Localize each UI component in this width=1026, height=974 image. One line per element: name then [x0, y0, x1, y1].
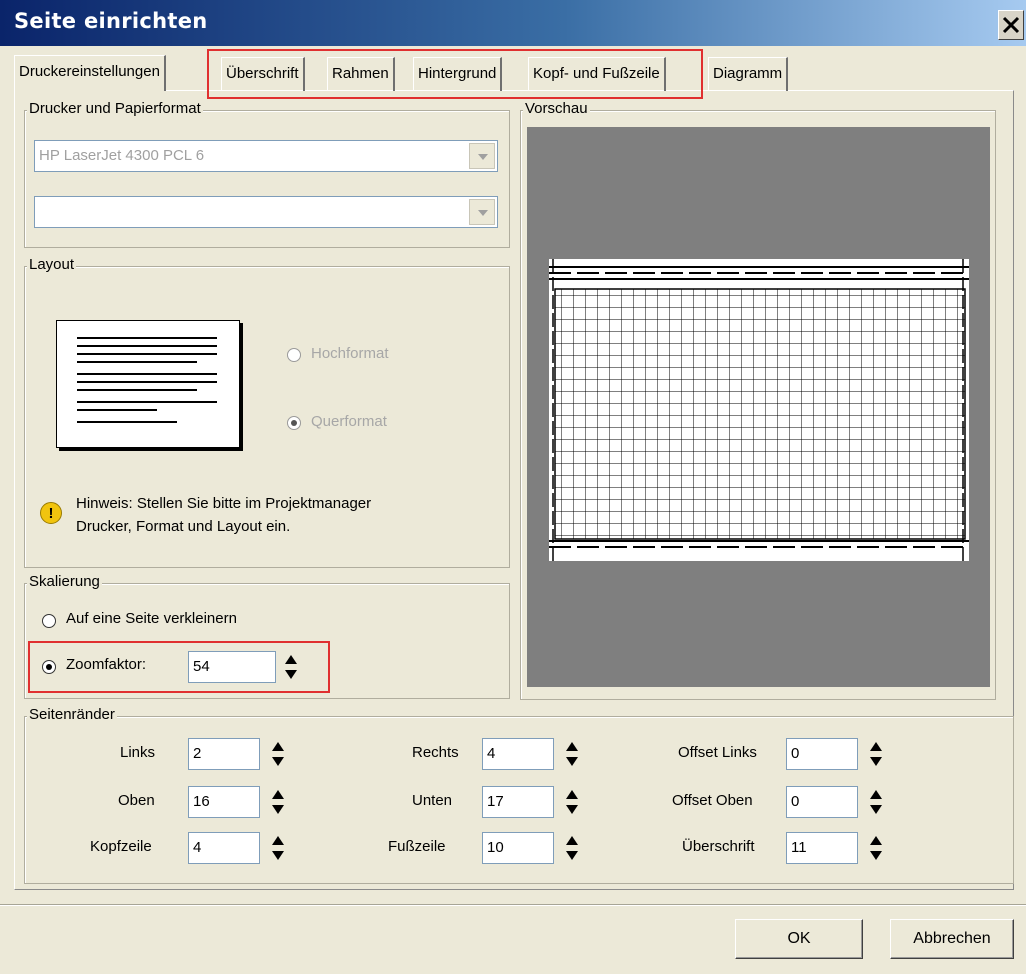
- title-margin-label: Überschrift: [682, 838, 755, 855]
- button-separator: [0, 904, 1026, 906]
- chevron-down-icon: [478, 154, 488, 160]
- close-icon: [1002, 16, 1020, 34]
- hint-text-line2: Drucker, Format und Layout ein.: [76, 518, 291, 535]
- preview-page: [549, 259, 969, 561]
- printer-dropdown-button[interactable]: [469, 143, 495, 169]
- offset-top-label: Offset Oben: [672, 792, 753, 809]
- margin-bottom-label: Unten: [412, 792, 453, 809]
- landscape-label: Querformat: [311, 413, 387, 430]
- header-margin-value: 4: [193, 839, 202, 856]
- portrait-label: Hochformat: [311, 345, 389, 362]
- margin-left-stepper[interactable]: [271, 738, 285, 770]
- margins-group-title: Seitenränder: [27, 706, 117, 723]
- offset-left-stepper[interactable]: [869, 738, 883, 770]
- chevron-down-icon: [478, 210, 488, 216]
- zoom-label: Zoomfaktor:: [66, 656, 147, 673]
- printer-group-title: Drucker und Papierformat: [27, 100, 203, 117]
- scaling-group-title: Skalierung: [27, 573, 102, 590]
- header-margin-input[interactable]: 4: [188, 832, 260, 864]
- offset-top-input[interactable]: 0: [786, 786, 858, 818]
- title-margin-value: 11: [791, 839, 807, 856]
- close-button[interactable]: [998, 10, 1024, 40]
- margin-bottom-stepper[interactable]: [565, 786, 579, 818]
- landscape-radio[interactable]: [287, 416, 301, 430]
- spin-arrows-icon: [285, 655, 297, 679]
- spin-arrows-icon: [272, 790, 284, 814]
- margin-top-input[interactable]: 16: [188, 786, 260, 818]
- spin-arrows-icon: [870, 790, 882, 814]
- spin-arrows-icon: [272, 836, 284, 860]
- paper-format-dropdown-button[interactable]: [469, 199, 495, 225]
- spin-arrows-icon: [870, 742, 882, 766]
- ok-button[interactable]: OK: [735, 919, 863, 959]
- spin-arrows-icon: [566, 742, 578, 766]
- tab-druckereinstellungen[interactable]: Druckereinstellungen: [14, 55, 166, 91]
- zoom-radio[interactable]: [42, 660, 56, 674]
- footer-margin-stepper[interactable]: [565, 832, 579, 864]
- cancel-button-label: Abbrechen: [913, 930, 991, 947]
- window-title: Seite einrichten: [14, 9, 208, 33]
- offset-top-value: 0: [791, 793, 800, 810]
- tab-label: Druckereinstellungen: [19, 63, 160, 80]
- offset-left-label: Offset Links: [678, 744, 757, 761]
- spin-arrows-icon: [272, 742, 284, 766]
- margin-right-label: Rechts: [412, 744, 459, 761]
- margin-left-input[interactable]: 2: [188, 738, 260, 770]
- margin-right-input[interactable]: 4: [482, 738, 554, 770]
- margin-top-label: Oben: [118, 792, 155, 809]
- zoom-factor-value: 54: [193, 658, 210, 675]
- hint-text-line1: Hinweis: Stellen Sie bitte im Projektman…: [76, 495, 372, 512]
- spin-arrows-icon: [566, 790, 578, 814]
- spin-arrows-icon: [566, 836, 578, 860]
- printer-select[interactable]: HP LaserJet 4300 PCL 6: [34, 140, 498, 172]
- tab-diagramm[interactable]: Diagramm: [708, 57, 789, 91]
- footer-margin-label: Fußzeile: [388, 838, 446, 855]
- landscape-page-icon: [56, 320, 240, 448]
- tab-label: Diagramm: [713, 65, 783, 82]
- header-margin-stepper[interactable]: [271, 832, 285, 864]
- offset-left-input[interactable]: 0: [786, 738, 858, 770]
- paper-format-select[interactable]: [34, 196, 498, 228]
- margin-right-value: 4: [487, 745, 496, 762]
- page-setup-dialog: Seite einrichten Druckereinstellungen Üb…: [0, 0, 1026, 974]
- margin-left-label: Links: [120, 744, 156, 761]
- layout-group-title: Layout: [27, 256, 77, 273]
- title-margin-stepper[interactable]: [869, 832, 883, 864]
- footer-margin-value: 10: [487, 839, 504, 856]
- offset-left-value: 0: [791, 745, 800, 762]
- ok-button-label: OK: [787, 930, 811, 947]
- margin-left-value: 2: [193, 745, 202, 762]
- footer-margin-input[interactable]: 10: [482, 832, 554, 864]
- margin-bottom-input[interactable]: 17: [482, 786, 554, 818]
- margin-top-value: 16: [193, 793, 210, 810]
- margin-top-stepper[interactable]: [271, 786, 285, 818]
- spin-arrows-icon: [870, 836, 882, 860]
- portrait-radio[interactable]: [287, 348, 301, 362]
- margin-right-stepper[interactable]: [565, 738, 579, 770]
- title-margin-input[interactable]: 11: [786, 832, 858, 864]
- preview-group-title: Vorschau: [523, 100, 590, 117]
- preview-page-grid: [549, 259, 969, 561]
- tabs-highlight-frame: [207, 49, 703, 99]
- warning-icon: !: [40, 502, 62, 524]
- margin-bottom-value: 17: [487, 793, 504, 810]
- header-margin-label: Kopfzeile: [90, 838, 152, 855]
- zoom-factor-input[interactable]: 54: [188, 651, 276, 683]
- fit-to-page-radio[interactable]: [42, 614, 56, 628]
- cancel-button[interactable]: Abbrechen: [890, 919, 1014, 959]
- zoom-factor-stepper[interactable]: [284, 651, 298, 683]
- title-bar[interactable]: Seite einrichten: [0, 0, 1026, 46]
- fit-to-page-label: Auf eine Seite verkleinern: [66, 610, 237, 627]
- printer-select-value: HP LaserJet 4300 PCL 6: [39, 147, 205, 164]
- offset-top-stepper[interactable]: [869, 786, 883, 818]
